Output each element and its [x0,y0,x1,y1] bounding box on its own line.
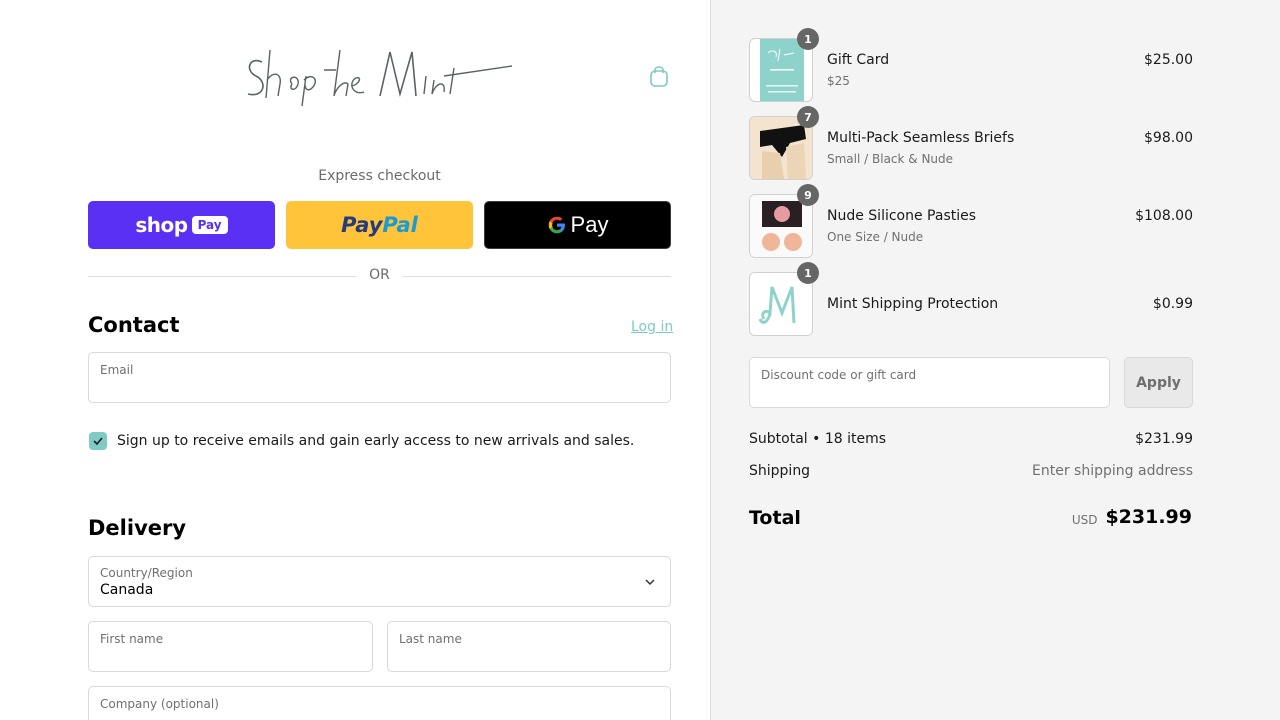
shipping-row: Shipping Enter shipping address [749,463,1193,479]
total-label: Total [749,507,801,529]
log-in-link[interactable]: Log in [631,319,673,335]
newsletter-checkbox[interactable] [89,432,107,450]
item-name: Mint Shipping Protection [827,296,999,312]
item-name: Nude Silicone Pasties [827,208,977,224]
shop-pay-button[interactable]: shop Pay [88,201,275,249]
or-divider: OR [88,266,671,286]
subtotal-label: Subtotal • 18 items [749,431,887,447]
chevron-down-icon [645,579,655,586]
shop-the-mint-logo[interactable] [240,40,520,112]
shop-pay-wordmark: shop [135,213,188,237]
country-region-select[interactable]: Country/Region Canada [88,556,671,607]
first-name-field[interactable]: First name [88,621,373,672]
item-name: Gift Card [827,52,890,68]
subtotal-value: $231.99 [1135,431,1193,447]
quantity-badge: 9 [797,184,819,206]
item-variant: One Size / Nude [827,230,924,244]
quantity-badge: 7 [797,106,819,128]
item-price: $108.00 [1135,208,1193,224]
item-price: $25.00 [1144,52,1193,68]
google-g-icon [548,216,565,234]
email-label: Email [100,363,134,377]
item-price: $98.00 [1144,130,1193,146]
item-price: $0.99 [1152,296,1193,312]
shopping-bag-icon[interactable] [648,64,670,88]
checkmark-icon [93,437,103,446]
paypal-button[interactable]: PayPal [286,201,473,249]
item-variant: Small / Black & Nude [827,152,954,166]
country-region-value: Canada [100,582,154,598]
item-name: Multi-Pack Seamless Briefs [827,130,1015,146]
delivery-heading: Delivery [88,516,187,540]
order-summary-panel: 1 Gift Card $25 $25.00 7 Multi-Pack Seam… [710,0,1280,720]
first-name-label: First name [100,632,164,646]
cart-item-shipping-protection: 1 Mint Shipping Protection $0.99 [749,262,1193,336]
google-pay-button[interactable]: Pay [484,201,671,249]
google-pay-label: Pay [570,212,609,237]
quantity-badge: 1 [797,28,819,50]
shipping-value: Enter shipping address [1032,463,1193,479]
shop-pay-pill: Pay [191,216,228,234]
contact-heading: Contact [88,313,180,337]
last-name-label: Last name [399,632,462,646]
total-currency: USD [1071,513,1098,527]
apply-discount-button[interactable]: Apply [1124,357,1193,408]
cart-item-seamless-briefs: 7 Multi-Pack Seamless Briefs Small / Bla… [749,106,1193,180]
company-label: Company (optional) [100,697,219,711]
item-variant: $25 [827,74,850,88]
last-name-field[interactable]: Last name [387,621,671,672]
shipping-label: Shipping [749,463,811,479]
cart-item-gift-card: 1 Gift Card $25 $25.00 [749,28,1193,102]
discount-code-label: Discount code or gift card [761,368,917,382]
email-field[interactable]: Email [88,352,671,403]
logo-script-graphic [247,49,513,107]
express-checkout-label: Express checkout [318,168,441,184]
paypal-wordmark: PayPal [341,213,418,237]
newsletter-label[interactable]: Sign up to receive emails and gain early… [117,433,634,449]
checkout-form-panel: Express checkout shop Pay PayPal Pay OR … [0,0,710,720]
total-value: $231.99 [1105,506,1192,528]
discount-code-field[interactable]: Discount code or gift card [749,357,1110,408]
subtotal-row: Subtotal • 18 items $231.99 [749,431,1193,447]
company-field[interactable]: Company (optional) [88,686,671,720]
quantity-badge: 1 [797,262,819,284]
country-region-label: Country/Region [100,566,193,580]
or-label: OR [369,267,390,283]
cart-item-silicone-pasties: 9 Nude Silicone Pasties One Size / Nude … [749,184,1193,258]
